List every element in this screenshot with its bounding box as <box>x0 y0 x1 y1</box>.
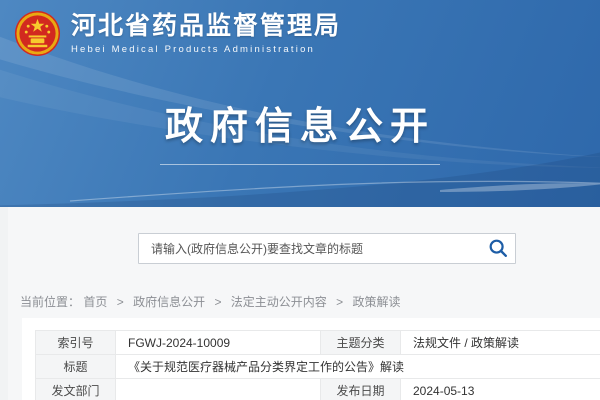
search-input[interactable] <box>138 233 516 264</box>
site-header: 河北省药品监督管理局 Hebei Medical Products Admini… <box>0 0 600 57</box>
hero-section: 河北省药品监督管理局 Hebei Medical Products Admini… <box>0 0 600 207</box>
publish-date-value: 2024-05-13 <box>401 379 600 400</box>
issuing-department-value <box>116 379 321 400</box>
table-row: 发文部门 发布日期 2024-05-13 <box>36 379 600 400</box>
title-label: 标题 <box>36 355 116 379</box>
breadcrumb: 当前位置： 首页 > 政府信息公开 > 法定主动公开内容 > 政策解读 <box>20 293 401 310</box>
national-emblem-icon <box>14 10 61 57</box>
index-number-value: FGWJ-2024-10009 <box>116 331 321 355</box>
search-button[interactable] <box>486 237 510 261</box>
banner-title: 政府信息公开 <box>0 95 600 150</box>
breadcrumb-item-policy-interpretation: 政策解读 <box>353 295 401 309</box>
breadcrumb-separator: > <box>214 295 221 309</box>
page: 河北省药品监督管理局 Hebei Medical Products Admini… <box>0 0 600 400</box>
site-name: 河北省药品监督管理局 <box>71 12 341 41</box>
document-info-card: 索引号 FGWJ-2024-10009 主题分类 法规文件 / 政策解读 标题 … <box>22 318 600 400</box>
site-name-english: Hebei Medical Products Administration <box>71 44 341 55</box>
breadcrumb-item-info-disclosure[interactable]: 政府信息公开 <box>133 295 205 309</box>
topic-category-label: 主题分类 <box>321 331 401 355</box>
title-value: 《关于规范医疗器械产品分类界定工作的公告》解读 <box>116 355 600 379</box>
site-title-block: 河北省药品监督管理局 Hebei Medical Products Admini… <box>71 12 341 55</box>
issuing-department-label: 发文部门 <box>36 379 116 400</box>
breadcrumb-item-home[interactable]: 首页 <box>83 295 107 309</box>
topic-category-value: 法规文件 / 政策解读 <box>401 331 600 355</box>
content-area: 当前位置： 首页 > 政府信息公开 > 法定主动公开内容 > 政策解读 索引号 … <box>0 207 600 400</box>
table-row: 索引号 FGWJ-2024-10009 主题分类 法规文件 / 政策解读 <box>36 331 600 355</box>
banner-underline <box>160 164 440 165</box>
breadcrumb-separator: > <box>336 295 343 309</box>
banner: 政府信息公开 <box>0 95 600 165</box>
document-info-table: 索引号 FGWJ-2024-10009 主题分类 法规文件 / 政策解读 标题 … <box>35 330 600 400</box>
table-row: 标题 《关于规范医疗器械产品分类界定工作的公告》解读 <box>36 355 600 379</box>
breadcrumb-separator: > <box>117 295 124 309</box>
breadcrumb-label: 当前位置： <box>20 295 80 309</box>
publish-date-label: 发布日期 <box>321 379 401 400</box>
index-number-label: 索引号 <box>36 331 116 355</box>
breadcrumb-item-statutory-content[interactable]: 法定主动公开内容 <box>231 295 327 309</box>
search-icon <box>487 237 509 259</box>
search-bar <box>138 233 516 264</box>
